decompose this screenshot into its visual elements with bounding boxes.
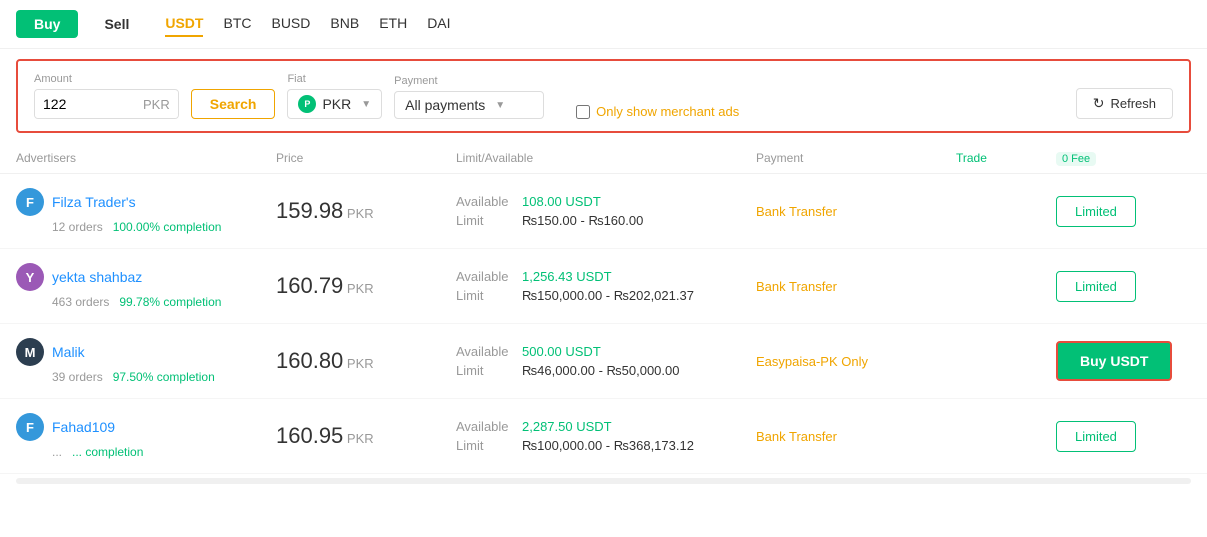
price-cell: 160.95 PKR <box>276 423 456 449</box>
tab-usdt[interactable]: USDT <box>165 11 203 37</box>
limit-cell: Available 2,287.50 USDT Limit ₨100,000.0… <box>456 419 756 453</box>
merchant-label: Only show merchant ads <box>596 104 739 119</box>
payment-cell: Easypaisa-PK Only <box>756 354 956 369</box>
col-fee: 0 Fee <box>1056 151 1156 165</box>
trade-button[interactable]: Limited <box>1056 421 1136 452</box>
search-button[interactable]: Search <box>191 89 276 119</box>
table-header: Advertisers Price Limit/Available Paymen… <box>0 143 1207 174</box>
avatar: Y <box>16 263 44 291</box>
refresh-label: Refresh <box>1110 96 1156 111</box>
refresh-icon: ↻ <box>1093 95 1105 112</box>
tab-btc[interactable]: BTC <box>223 11 251 37</box>
payment-value: All payments <box>405 97 485 113</box>
table-row: Y yekta shahbaz 463 orders 99.78% comple… <box>0 249 1207 324</box>
fiat-icon: P <box>298 95 316 113</box>
col-trade: Trade <box>956 151 1056 165</box>
col-payment: Payment <box>756 151 956 165</box>
payment-label: Payment <box>394 75 544 87</box>
fiat-select[interactable]: P PKR ▼ <box>287 89 382 119</box>
fiat-chevron-icon: ▼ <box>361 99 371 110</box>
trade-action[interactable]: Buy USDT <box>1056 341 1196 381</box>
limit-cell: Available 108.00 USDT Limit ₨150.00 - ₨1… <box>456 194 756 228</box>
fiat-value: PKR <box>322 96 351 112</box>
trader-meta: 463 orders 99.78% completion <box>52 295 276 309</box>
trader-meta: ... ... completion <box>52 445 276 459</box>
currency-tabs: USDT BTC BUSD BNB ETH DAI <box>165 11 450 37</box>
payment-select[interactable]: All payments ▼ <box>394 91 544 119</box>
payment-group: Payment All payments ▼ <box>394 75 544 119</box>
tab-bnb[interactable]: BNB <box>330 11 359 37</box>
tab-busd[interactable]: BUSD <box>271 11 310 37</box>
trader-info: M Malik 39 orders 97.50% completion <box>16 338 276 384</box>
price-cell: 160.80 PKR <box>276 348 456 374</box>
trader-top: Y yekta shahbaz <box>16 263 276 291</box>
filter-bar: Amount PKR Search Fiat P PKR ▼ Payment A… <box>16 59 1191 133</box>
limit-cell: Available 500.00 USDT Limit ₨46,000.00 -… <box>456 344 756 378</box>
payment-cell: Bank Transfer <box>756 279 956 294</box>
trader-top: F Fahad109 <box>16 413 276 441</box>
table-row: F Fahad109 ... ... completion 160.95 PKR… <box>0 399 1207 474</box>
amount-input-wrap: PKR <box>34 89 179 119</box>
tab-dai[interactable]: DAI <box>427 11 450 37</box>
trader-name[interactable]: Filza Trader's <box>52 194 136 210</box>
table-row: M Malik 39 orders 97.50% completion 160.… <box>0 324 1207 399</box>
fiat-group: Fiat P PKR ▼ <box>287 73 382 119</box>
price-cell: 160.79 PKR <box>276 273 456 299</box>
trader-info: F Filza Trader's 12 orders 100.00% compl… <box>16 188 276 234</box>
price-cell: 159.98 PKR <box>276 198 456 224</box>
trader-top: F Filza Trader's <box>16 188 276 216</box>
amount-label: Amount <box>34 73 179 85</box>
scrollbar[interactable] <box>16 478 1191 484</box>
buy-tab[interactable]: Buy <box>16 10 78 38</box>
trader-meta: 39 orders 97.50% completion <box>52 370 276 384</box>
fiat-label: Fiat <box>287 73 382 85</box>
trade-button[interactable]: Limited <box>1056 196 1136 227</box>
payment-cell: Bank Transfer <box>756 204 956 219</box>
sell-tab[interactable]: Sell <box>86 10 147 38</box>
amount-group: Amount PKR <box>34 73 179 119</box>
payment-chevron-icon: ▼ <box>495 100 505 111</box>
merchant-filter: Only show merchant ads <box>576 104 739 119</box>
trader-meta: 12 orders 100.00% completion <box>52 220 276 234</box>
trade-action[interactable]: Limited <box>1056 271 1196 302</box>
trade-action[interactable]: Limited <box>1056 196 1196 227</box>
avatar: F <box>16 413 44 441</box>
avatar: F <box>16 188 44 216</box>
avatar: M <box>16 338 44 366</box>
top-bar: Buy Sell USDT BTC BUSD BNB ETH DAI <box>0 0 1207 49</box>
merchant-checkbox[interactable] <box>576 105 590 119</box>
tab-eth[interactable]: ETH <box>379 11 407 37</box>
limit-cell: Available 1,256.43 USDT Limit ₨150,000.0… <box>456 269 756 303</box>
refresh-button[interactable]: ↻ Refresh <box>1076 88 1173 119</box>
table-row: F Filza Trader's 12 orders 100.00% compl… <box>0 174 1207 249</box>
amount-currency-label: PKR <box>135 91 178 118</box>
trader-name[interactable]: yekta shahbaz <box>52 269 142 285</box>
trader-name[interactable]: Malik <box>52 344 85 360</box>
payment-cell: Bank Transfer <box>756 429 956 444</box>
trade-button[interactable]: Buy USDT <box>1056 341 1172 381</box>
trade-button[interactable]: Limited <box>1056 271 1136 302</box>
trader-info: F Fahad109 ... ... completion <box>16 413 276 459</box>
col-limit: Limit/Available <box>456 151 756 165</box>
trader-name[interactable]: Fahad109 <box>52 419 115 435</box>
trader-info: Y yekta shahbaz 463 orders 99.78% comple… <box>16 263 276 309</box>
amount-input[interactable] <box>35 90 135 118</box>
col-price: Price <box>276 151 456 165</box>
trade-action[interactable]: Limited <box>1056 421 1196 452</box>
col-advertisers: Advertisers <box>16 151 276 165</box>
trader-top: M Malik <box>16 338 276 366</box>
trader-table: F Filza Trader's 12 orders 100.00% compl… <box>0 174 1207 474</box>
